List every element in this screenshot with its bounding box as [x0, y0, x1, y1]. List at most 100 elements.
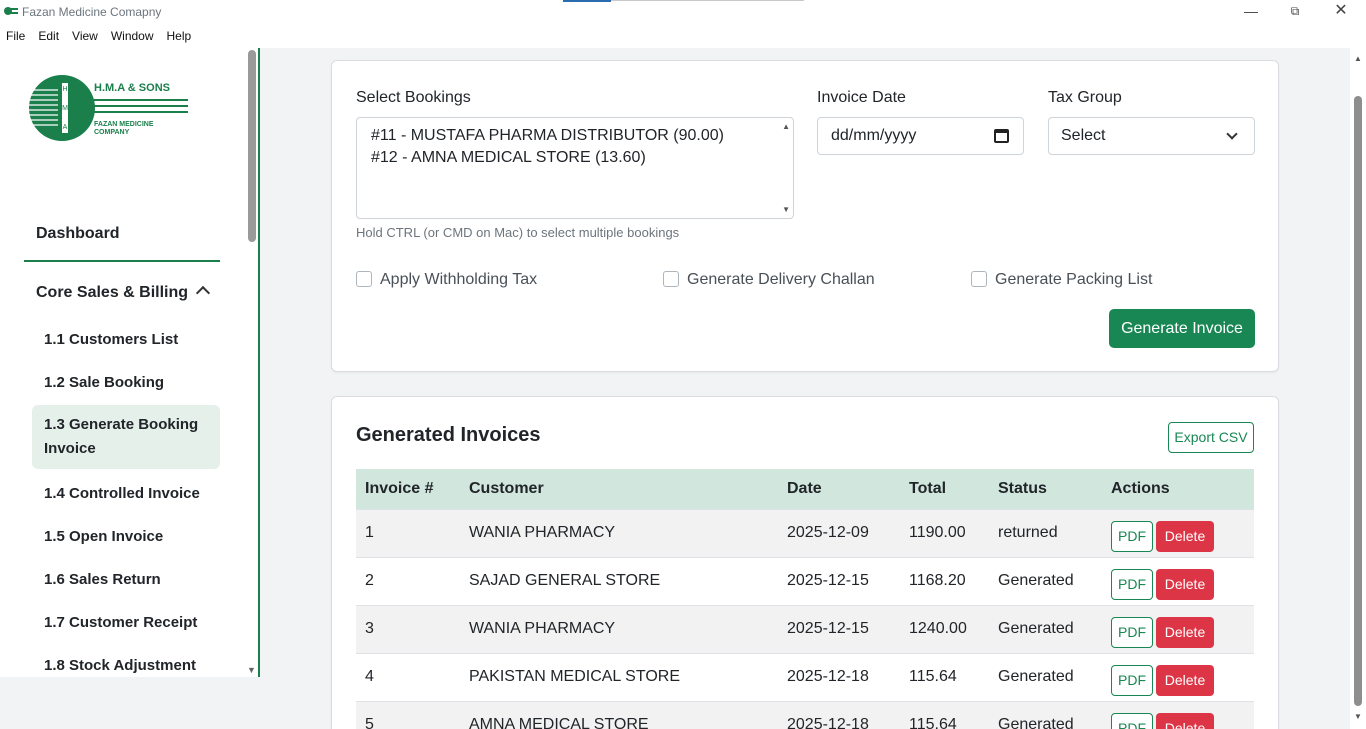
sidebar-scrollbar[interactable]: ▼ [246, 48, 258, 677]
menu-edit[interactable]: Edit [38, 24, 59, 48]
menu-help[interactable]: Help [167, 24, 192, 48]
pdf-button[interactable]: PDF [1111, 712, 1153, 729]
status-strip [0, 677, 330, 729]
invoice-id: 1 [356, 508, 460, 557]
delete-button[interactable]: Delete [1156, 616, 1214, 648]
sidebar-group-core-sales[interactable]: Core Sales & Billing [24, 276, 220, 310]
invoice-date: 2025-12-15 [778, 556, 900, 605]
table-row: 2 SAJAD GENERAL STORE 2025-12-15 1168.20… [356, 556, 1254, 605]
column-header-customer[interactable]: Customer [460, 469, 778, 509]
sidebar-item-dashboard[interactable]: Dashboard [24, 220, 220, 262]
invoice-actions: PDF Delete [1102, 604, 1254, 653]
export-csv-button[interactable]: Export CSV [1168, 422, 1254, 453]
close-icon[interactable]: ✕ [1330, 2, 1352, 20]
invoice-date-placeholder: dd/mm/yyyy [831, 127, 917, 144]
column-header-total[interactable]: Total [900, 469, 989, 509]
calendar-icon[interactable] [994, 129, 1009, 143]
invoice-customer: WANIA PHARMACY [460, 508, 778, 557]
sidebar-item-customers-list[interactable]: 1.1 Customers List [32, 328, 220, 352]
menu-bar: File Edit View Window Help [0, 24, 1366, 48]
delete-button[interactable]: Delete [1156, 712, 1214, 729]
table-row: 1 WANIA PHARMACY 2025-12-09 1190.00 retu… [356, 508, 1254, 557]
invoice-date: 2025-12-15 [778, 604, 900, 653]
invoice-actions: PDF Delete [1102, 508, 1254, 557]
scroll-down-icon[interactable]: ▼ [1354, 712, 1362, 721]
invoice-total: 115.64 [900, 700, 989, 729]
pdf-button[interactable]: PDF [1111, 520, 1153, 552]
menu-view[interactable]: View [72, 24, 98, 48]
column-header-date[interactable]: Date [778, 469, 900, 509]
generate-invoice-form-card: Select Bookings #11 - MUSTAFA PHARMA DIS… [331, 60, 1279, 372]
withholding-tax-checkbox[interactable]: Apply Withholding Tax [356, 271, 537, 289]
invoice-status: returned [989, 508, 1102, 557]
pdf-button[interactable]: PDF [1111, 616, 1153, 648]
table-header-row: Invoice # Customer Date Total Status Act… [356, 469, 1254, 509]
column-header-actions: Actions [1111, 479, 1170, 497]
pdf-button[interactable]: PDF [1111, 664, 1153, 696]
sidebar-item-controlled-invoice[interactable]: 1.4 Controlled Invoice [32, 482, 220, 506]
logo-letter-h: H [62, 86, 67, 93]
checkbox-icon[interactable] [663, 271, 679, 287]
withholding-tax-label: Apply Withholding Tax [380, 271, 538, 288]
window-title: Fazan Medicine Comapny [22, 5, 162, 19]
logo-letter-a: A [63, 124, 68, 131]
title-bar: Fazan Medicine Comapny — ⧉ ✕ [0, 0, 1366, 24]
scroll-up-icon[interactable]: ▲ [782, 122, 790, 131]
scroll-down-icon[interactable]: ▼ [247, 665, 256, 675]
logo-letter-m: M [62, 105, 68, 112]
invoice-date: 2025-12-18 [778, 652, 900, 701]
table-row: 4 PAKISTAN MEDICAL STORE 2025-12-18 115.… [356, 652, 1254, 701]
invoice-total: 115.64 [900, 652, 989, 701]
scroll-up-icon[interactable]: ▲ [1354, 54, 1362, 63]
delete-button[interactable]: Delete [1156, 520, 1214, 552]
company-logo: H M A H.M.A & SONS FAZAN MEDICINE COMPAN… [29, 75, 188, 141]
main-scrollbar-thumb[interactable] [1354, 96, 1362, 706]
minimize-icon[interactable]: — [1240, 2, 1262, 20]
invoice-customer: SAJAD GENERAL STORE [460, 556, 778, 605]
invoice-date-input[interactable]: dd/mm/yyyy [817, 117, 1024, 155]
scroll-down-icon[interactable]: ▼ [782, 205, 790, 214]
chevron-up-icon [195, 285, 211, 301]
invoice-id: 3 [356, 604, 460, 653]
pdf-button[interactable]: PDF [1111, 568, 1153, 600]
column-header-invoice[interactable]: Invoice # [356, 469, 460, 509]
main-scrollbar[interactable]: ▲ ▼ [1350, 48, 1366, 729]
menu-file[interactable]: File [6, 24, 25, 48]
tab-indicator [563, 0, 611, 2]
invoice-total: 1168.20 [900, 556, 989, 605]
booking-option[interactable]: #11 - MUSTAFA PHARMA DISTRIBUTOR (90.00) [357, 125, 793, 147]
logo-subtitle-1: FAZAN MEDICINE [94, 121, 154, 128]
chevron-down-icon [1226, 128, 1238, 140]
checkbox-icon[interactable] [971, 271, 987, 287]
booking-option[interactable]: #12 - AMNA MEDICAL STORE (13.60) [357, 147, 793, 169]
tax-group-select[interactable]: Select [1048, 117, 1255, 155]
sidebar-item-generate-booking-invoice[interactable]: 1.3 Generate Booking Invoice [32, 405, 220, 469]
invoice-id: 2 [356, 556, 460, 605]
generate-invoice-button[interactable]: Generate Invoice [1109, 309, 1255, 348]
generated-invoices-title: Generated Invoices [356, 424, 541, 446]
sidebar-item-stock-adjustment[interactable]: 1.8 Stock Adjustment [32, 654, 220, 677]
invoice-actions: PDF Delete [1102, 700, 1254, 729]
sidebar-item-customer-receipt[interactable]: 1.7 Customer Receipt [32, 611, 220, 635]
bookings-multi-select[interactable]: #11 - MUSTAFA PHARMA DISTRIBUTOR (90.00)… [356, 117, 794, 219]
restore-icon[interactable]: ⧉ [1284, 2, 1306, 20]
invoice-customer: WANIA PHARMACY [460, 604, 778, 653]
sidebar-item-sales-return[interactable]: 1.6 Sales Return [32, 568, 220, 592]
sidebar-item-sale-booking[interactable]: 1.2 Sale Booking [32, 371, 220, 395]
invoice-date-label: Invoice Date [817, 89, 906, 106]
delete-button[interactable]: Delete [1156, 568, 1214, 600]
delivery-challan-label: Generate Delivery Challan [687, 271, 875, 288]
invoice-customer: PAKISTAN MEDICAL STORE [460, 652, 778, 701]
sidebar-item-open-invoice[interactable]: 1.5 Open Invoice [32, 525, 220, 549]
delivery-challan-checkbox[interactable]: Generate Delivery Challan [663, 271, 875, 289]
checkbox-icon[interactable] [356, 271, 372, 287]
select-bookings-label: Select Bookings [356, 89, 471, 106]
delete-button[interactable]: Delete [1156, 664, 1214, 696]
invoice-id: 5 [356, 700, 460, 729]
menu-window[interactable]: Window [111, 24, 154, 48]
column-header-status[interactable]: Status [989, 469, 1102, 509]
packing-list-checkbox[interactable]: Generate Packing List [971, 271, 1152, 289]
invoice-actions: PDF Delete [1102, 652, 1254, 701]
invoice-customer: AMNA MEDICAL STORE [460, 700, 778, 729]
sidebar-scrollbar-thumb[interactable] [248, 50, 256, 242]
